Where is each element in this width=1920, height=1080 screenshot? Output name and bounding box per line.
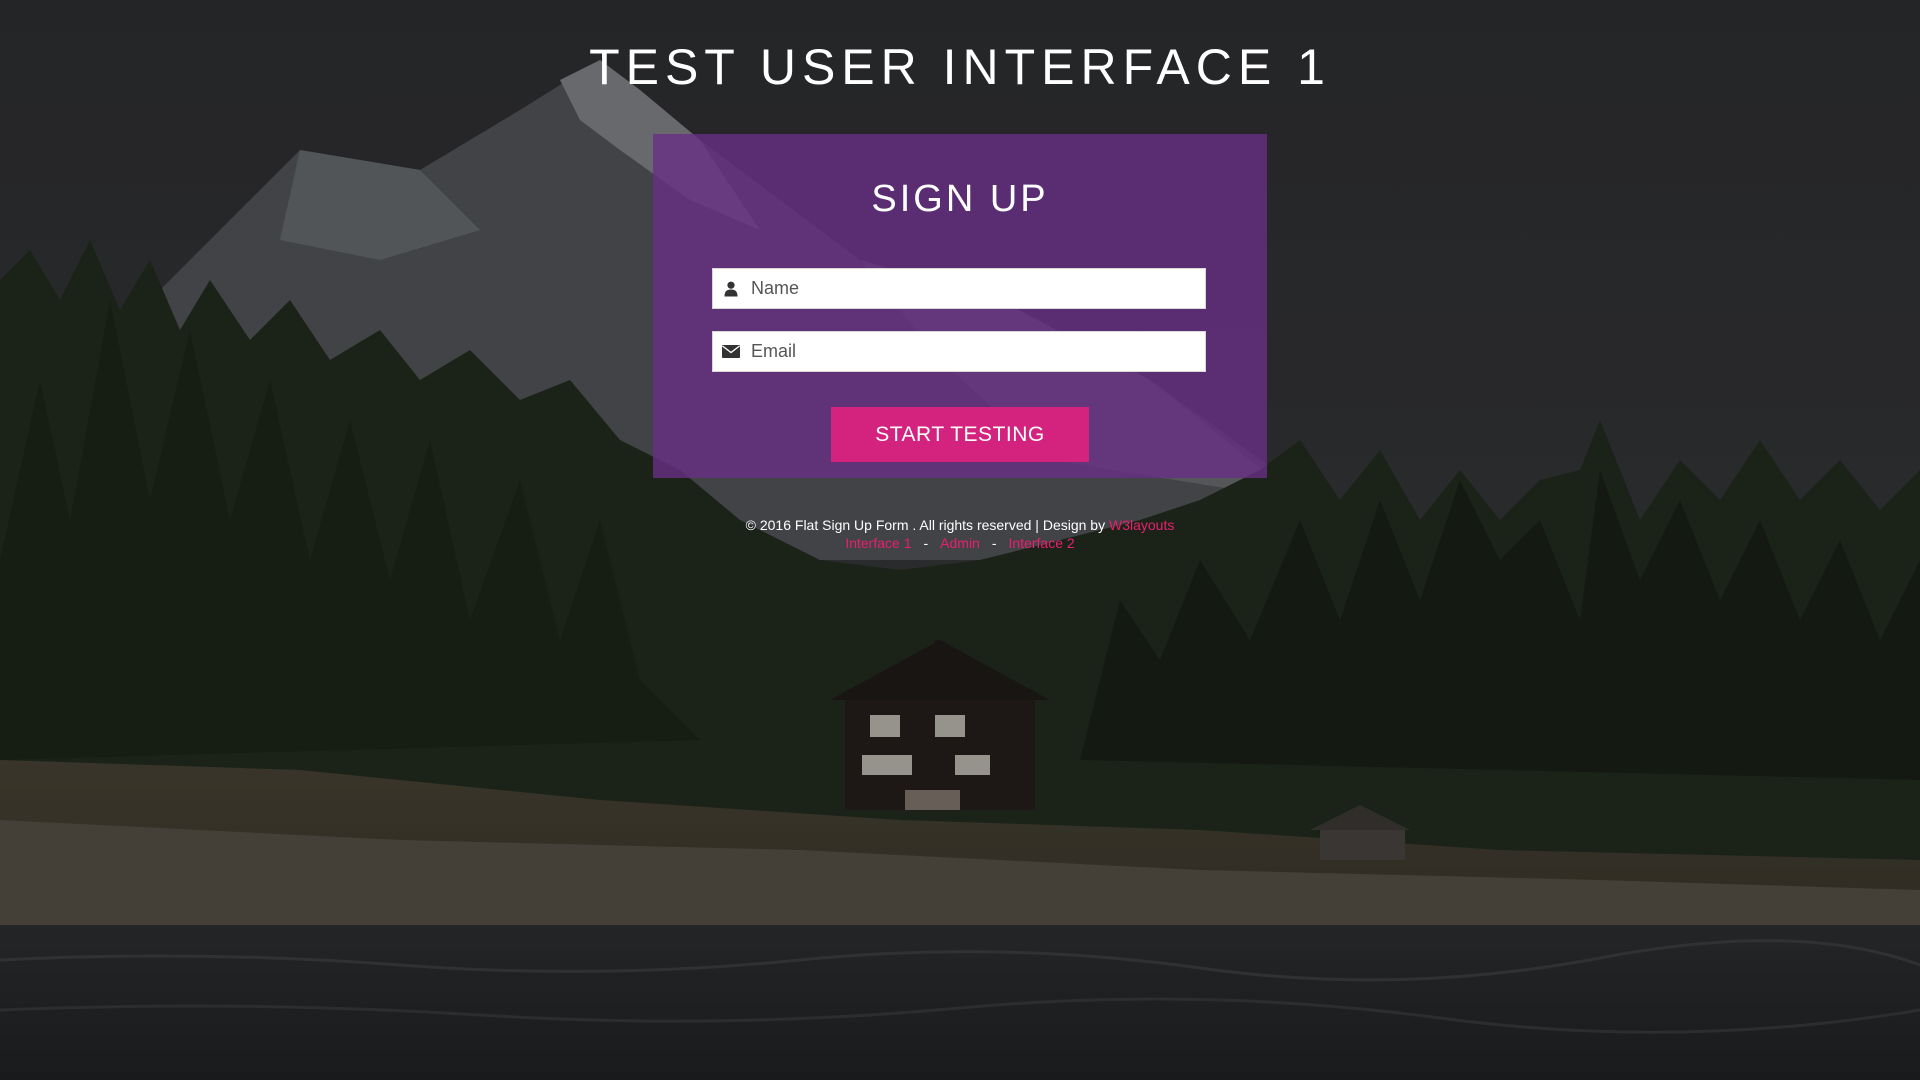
email-input[interactable]	[749, 333, 1205, 370]
signup-form: SIGN UP START TESTING	[653, 134, 1267, 478]
designer-link[interactable]: W3layouts	[1109, 517, 1174, 533]
name-input[interactable]	[749, 270, 1205, 307]
footer-link-admin[interactable]: Admin	[940, 535, 980, 551]
page-title: TEST USER INTERFACE 1	[589, 39, 1331, 95]
name-field[interactable]	[712, 268, 1206, 309]
copyright-line: © 2016 Flat Sign Up Form . All rights re…	[0, 516, 1920, 534]
envelope-icon	[713, 332, 749, 371]
start-testing-button[interactable]: START TESTING	[831, 407, 1089, 462]
form-heading: SIGN UP	[871, 178, 1049, 220]
footer-link-interface-2[interactable]: Interface 2	[1009, 535, 1075, 551]
copyright-text: © 2016 Flat Sign Up Form . All rights re…	[745, 517, 1106, 533]
footer-nav: Interface 1- Admin - Interface 2	[0, 534, 1920, 552]
user-icon	[713, 269, 749, 308]
email-field[interactable]	[712, 331, 1206, 372]
footer-separator: -	[991, 535, 997, 551]
footer-link-interface-1[interactable]: Interface 1	[845, 535, 911, 551]
footer-separator: -	[923, 535, 929, 551]
footer: © 2016 Flat Sign Up Form . All rights re…	[0, 516, 1920, 552]
